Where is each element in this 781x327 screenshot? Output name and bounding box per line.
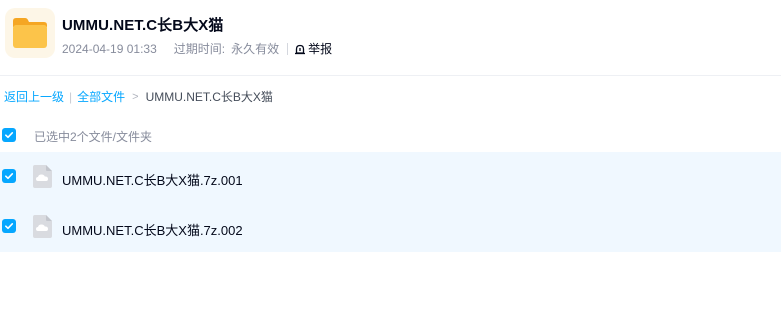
file-row[interactable]: UMMU.NET.C长B大X猫.7z.001 xyxy=(0,152,781,202)
alarm-icon xyxy=(295,44,306,54)
folder-icon xyxy=(5,8,55,58)
checkmark-icon xyxy=(5,223,14,230)
file-checkbox[interactable] xyxy=(2,219,16,233)
share-date: 2024-04-19 01:33 xyxy=(62,41,157,56)
file-row[interactable]: UMMU.NET.C长B大X猫.7z.002 xyxy=(0,202,781,252)
breadcrumb-separator: > xyxy=(132,90,139,103)
share-title: UMMU.NET.C长B大X猫 xyxy=(62,17,224,34)
report-button[interactable]: 举报 xyxy=(294,40,332,57)
report-label: 举报 xyxy=(308,42,333,56)
expire-value: 永久有效 xyxy=(231,42,280,56)
breadcrumb-divider: | xyxy=(69,89,73,104)
select-all-checkbox[interactable] xyxy=(2,128,16,142)
archive-file-icon xyxy=(33,215,52,238)
file-name[interactable]: UMMU.NET.C长B大X猫.7z.002 xyxy=(62,220,243,239)
share-header: UMMU.NET.C长B大X猫 2024-04-19 01:33 过期时间: 永… xyxy=(0,0,781,76)
checkmark-icon xyxy=(5,173,14,180)
select-all-bar: 已选中2个文件/文件夹 xyxy=(0,120,781,150)
file-name[interactable]: UMMU.NET.C长B大X猫.7z.001 xyxy=(62,170,243,189)
file-checkbox[interactable] xyxy=(2,169,16,183)
file-list: UMMU.NET.C长B大X猫.7z.001 UMMU.NET.C长B大X猫.7… xyxy=(0,152,781,252)
breadcrumb-all-files-link[interactable]: 全部文件 xyxy=(77,88,125,105)
expire-label: 过期时间: xyxy=(173,42,226,56)
share-meta: 2024-04-19 01:33 过期时间: 永久有效 举报 xyxy=(62,40,332,57)
selection-count-text: 已选中2个文件/文件夹 xyxy=(34,130,153,144)
checkmark-icon xyxy=(5,132,14,139)
meta-divider xyxy=(287,42,289,55)
breadcrumb-current: UMMU.NET.C长B大X猫 xyxy=(145,90,273,104)
breadcrumb-back-link[interactable]: 返回上一级 xyxy=(4,88,64,105)
breadcrumb: 返回上一级 | 全部文件 > UMMU.NET.C长B大X猫 xyxy=(4,88,273,105)
archive-file-icon xyxy=(33,165,52,188)
